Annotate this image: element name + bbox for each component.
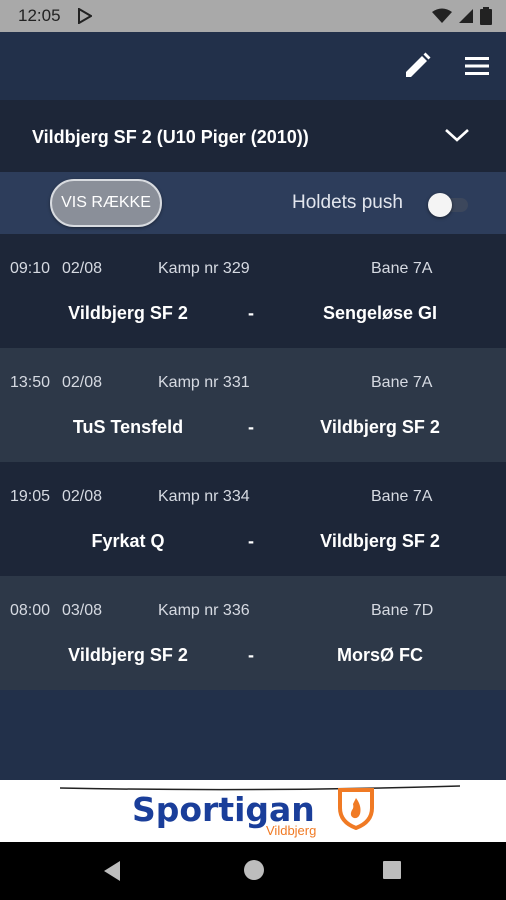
sponsor-banner[interactable]: Sportigan Vildbjerg xyxy=(0,780,506,842)
match-row[interactable]: 09:10 02/08 Kamp nr 329 Bane 7A Vildbjer… xyxy=(0,234,506,348)
match-date: 03/08 xyxy=(62,602,103,619)
away-team: MorsØ FC xyxy=(336,645,423,665)
match-date: 02/08 xyxy=(62,260,103,277)
android-nav-bar xyxy=(0,842,506,900)
hamburger-menu-icon[interactable] xyxy=(463,54,491,78)
match-number: Kamp nr 334 xyxy=(158,488,250,505)
match-field: Bane 7A xyxy=(371,488,433,505)
match-date: 02/08 xyxy=(62,488,103,505)
cell-signal-icon xyxy=(459,9,473,23)
match-row[interactable]: 19:05 02/08 Kamp nr 334 Bane 7A Fyrkat Q… xyxy=(0,462,506,576)
push-label: Holdets push xyxy=(292,192,403,213)
edit-pencil-icon[interactable] xyxy=(403,52,431,80)
push-toggle[interactable] xyxy=(428,193,468,217)
wifi-icon xyxy=(432,8,452,23)
match-separator: - xyxy=(248,417,254,437)
match-field: Bane 7A xyxy=(371,260,433,277)
match-separator: - xyxy=(248,645,254,665)
sponsor-location: Vildbjerg xyxy=(266,823,317,838)
home-team: Vildbjerg SF 2 xyxy=(68,303,188,323)
status-bar: 12:05 xyxy=(0,0,506,32)
away-team: Vildbjerg SF 2 xyxy=(320,531,440,551)
back-icon[interactable] xyxy=(102,860,122,882)
match-number: Kamp nr 331 xyxy=(158,374,250,391)
match-time: 09:10 xyxy=(10,260,51,277)
system-icons xyxy=(432,7,492,25)
vis-raekke-button[interactable]: VIS RÆKKE xyxy=(50,179,162,227)
match-time: 13:50 xyxy=(10,374,51,391)
status-time: 12:05 xyxy=(18,6,61,25)
battery-icon xyxy=(480,7,492,25)
match-date: 02/08 xyxy=(62,374,103,391)
match-row[interactable]: 08:00 03/08 Kamp nr 336 Bane 7D Vildbjer… xyxy=(0,576,506,690)
match-list: 09:10 02/08 Kamp nr 329 Bane 7A Vildbjer… xyxy=(0,234,506,690)
away-team: Vildbjerg SF 2 xyxy=(320,417,440,437)
match-time: 08:00 xyxy=(10,602,51,619)
match-number: Kamp nr 336 xyxy=(158,602,250,619)
toggle-knob xyxy=(428,193,452,217)
play-store-notification-icon xyxy=(78,8,92,24)
away-team: Sengeløse GI xyxy=(322,303,438,323)
match-number: Kamp nr 329 xyxy=(158,260,250,277)
home-icon[interactable] xyxy=(244,860,264,880)
match-separator: - xyxy=(248,531,254,551)
app-bar xyxy=(0,32,506,100)
sportigan-shield-logo-icon xyxy=(338,788,374,830)
recent-apps-icon[interactable] xyxy=(383,861,401,879)
controls-bar: VIS RÆKKE Holdets push xyxy=(0,172,506,234)
home-team: Fyrkat Q xyxy=(91,531,165,551)
match-field: Bane 7D xyxy=(371,602,434,619)
match-separator: - xyxy=(248,303,254,323)
home-team: Vildbjerg SF 2 xyxy=(68,645,188,665)
match-time: 19:05 xyxy=(10,488,51,505)
team-selector[interactable]: Vildbjerg SF 2 (U10 Piger (2010)) xyxy=(0,100,506,172)
home-team: TuS Tensfeld xyxy=(72,417,184,437)
chevron-down-icon[interactable] xyxy=(444,126,470,144)
team-title: Vildbjerg SF 2 (U10 Piger (2010)) xyxy=(32,127,309,147)
match-field: Bane 7A xyxy=(371,374,433,391)
match-row[interactable]: 13:50 02/08 Kamp nr 331 Bane 7A TuS Tens… xyxy=(0,348,506,462)
